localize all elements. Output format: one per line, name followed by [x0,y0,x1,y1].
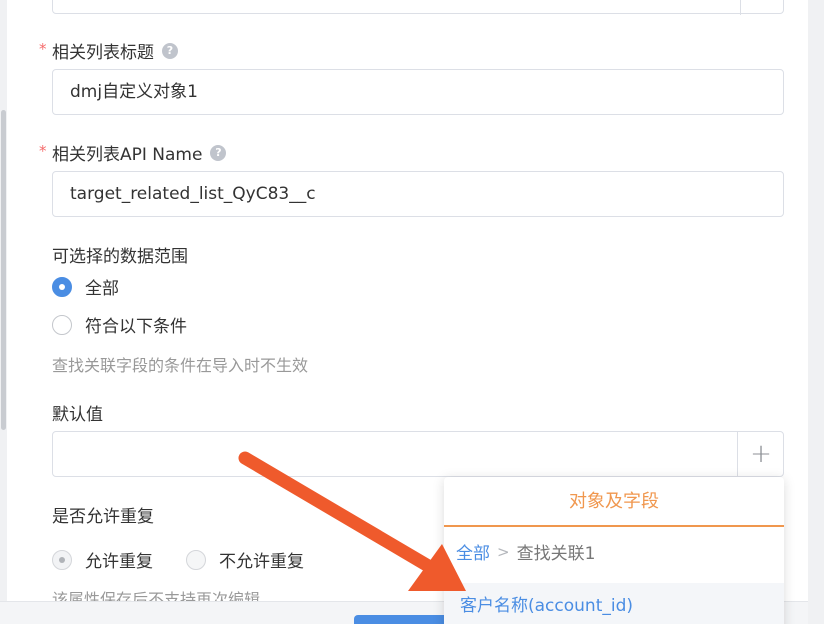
range-option-conditions[interactable]: 符合以下条件 [52,312,187,337]
breadcrumb: 全部 > 查找关联1 [456,539,596,565]
range-option-conditions-label: 符合以下条件 [85,317,187,337]
default-value-input[interactable]: + [52,431,784,477]
related-list-title-label: 相关列表标题 ? [52,38,178,63]
breadcrumb-root[interactable]: 全部 [456,539,490,564]
breadcrumb-current: 查找关联1 [516,544,596,564]
radio-disabled-checked-icon [52,549,72,570]
scrollbar-thumb[interactable] [1,110,6,430]
range-option-all[interactable]: 全部 [52,274,119,299]
range-option-all-label: 全部 [85,279,119,299]
required-mark: * [39,142,47,160]
duplicate-option-allow: 允许重复 [52,547,153,572]
radio-unchecked-icon[interactable] [52,314,72,335]
api-name-input[interactable]: target_related_list_QyC83__c [52,171,784,217]
duplicate-option-allow-label: 允许重复 [85,552,153,572]
api-name-text: 相关列表API Name [52,145,203,165]
range-hint: 查找关联字段的条件在导入时不生效 [52,356,309,375]
help-icon[interactable]: ? [210,144,227,161]
duplicate-option-disallow-label: 不允许重复 [219,552,304,572]
data-range-label: 可选择的数据范围 [52,247,188,267]
radio-checked-icon[interactable] [52,276,72,297]
previous-field-input[interactable] [52,0,784,15]
api-name-label: 相关列表API Name ? [52,140,227,165]
allow-duplicate-label: 是否允许重复 [52,507,154,527]
chevron-right-icon: > [497,542,510,561]
help-icon[interactable]: ? [162,42,178,59]
add-icon[interactable]: + [738,432,784,476]
radio-disabled-icon [186,549,206,570]
right-gutter [808,0,824,624]
input-divider [740,0,741,15]
field-option-item[interactable]: 客户名称(account_id) [444,583,784,624]
required-mark: * [39,40,47,58]
duplicate-option-disallow: 不允许重复 [186,547,304,572]
default-value-label: 默认值 [52,405,103,425]
related-list-title-input[interactable]: dmj自定义对象1 [52,69,784,115]
left-scrollbar[interactable] [0,0,7,624]
confirm-button[interactable] [354,615,454,624]
popup-title-tab[interactable]: 对象及字段 [444,477,784,527]
field-picker-popup: 对象及字段 全部 > 查找关联1 客户名称(account_id) [444,477,784,624]
related-list-title-text: 相关列表标题 [52,43,154,63]
